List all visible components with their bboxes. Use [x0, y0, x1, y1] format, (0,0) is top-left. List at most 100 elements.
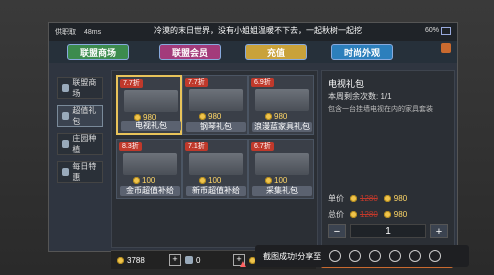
quantity-value[interactable]: 1	[350, 224, 426, 238]
item-card[interactable]: 7.7折 980 电视礼包	[116, 75, 182, 135]
sidebar: 联盟商场 超值礼包 庄园种植 每日特惠	[57, 77, 107, 189]
quantity-stepper: − 1 +	[328, 223, 448, 239]
sidebar-item-label: 联盟商场	[72, 78, 97, 98]
unit-price-old-value: 1280	[360, 193, 378, 203]
sidebar-item-farm[interactable]: 庄园种植	[57, 133, 103, 155]
item-name: 电视礼包	[121, 121, 181, 131]
decrease-button[interactable]: −	[328, 224, 346, 238]
detail-panel: 电视礼包 本周剩余次数: 1/1 包含一台挂墙电视在内的家具套装 单价 1280…	[321, 70, 455, 248]
item-grid: 7.7折 980 电视礼包 7.7折 980 钢琴礼包 6.9折 980 浪漫蓝…	[111, 70, 318, 248]
sidebar-item-shop[interactable]: 联盟商场	[57, 77, 103, 99]
item-thumbnail	[255, 89, 309, 111]
carrier: 供职取	[55, 29, 76, 36]
coin-icon	[383, 210, 391, 218]
tab-member[interactable]: 联盟会员	[159, 44, 221, 60]
ticker: 冷漠的末日世界，没有小姐姐温暖不下去，一起秋树一起挖	[154, 26, 362, 35]
item-price: 100	[265, 176, 287, 185]
wallet-tickets: 0	[185, 254, 200, 266]
total-price-row: 总价 1280 980	[328, 207, 448, 221]
item-card[interactable]: 7.1折 100 新币超值补给	[182, 139, 248, 199]
coin-icon	[117, 256, 124, 264]
sidebar-item-label: 每日特惠	[72, 162, 97, 182]
gift-icon	[62, 112, 70, 120]
tab-fashion[interactable]: 时尚外观	[331, 44, 393, 60]
game-screen: 供职取 48ms 冷漠的末日世界，没有小姐姐温暖不下去，一起秋树一起挖 60% …	[48, 22, 458, 269]
qq-icon[interactable]	[389, 250, 402, 262]
unit-price-new: 980	[383, 193, 408, 203]
coin-icon	[133, 177, 140, 184]
item-thumbnail	[124, 90, 178, 112]
coin-icon	[350, 210, 357, 218]
wallet-coins-value: 3788	[127, 255, 145, 265]
unit-price-old: 1280	[350, 194, 378, 203]
discount-badge: 6.9折	[251, 78, 274, 87]
item-name: 采集礼包	[252, 186, 312, 196]
unit-price-new-value: 980	[393, 193, 408, 203]
total-price-old: 1280	[350, 210, 378, 219]
item-thumbnail	[189, 89, 243, 111]
discount-badge: 7.7折	[185, 78, 208, 87]
item-price: 980	[265, 112, 287, 121]
item-card[interactable]: 7.7折 980 钢琴礼包	[182, 75, 248, 135]
wallet-coins: 3788	[117, 254, 145, 266]
add-coins-button[interactable]: +	[169, 254, 181, 266]
item-name: 金币超值补给	[120, 186, 180, 196]
wallet-tickets-value: 0	[196, 255, 201, 265]
coin-icon	[134, 114, 141, 121]
total-price-new: 980	[383, 209, 408, 219]
item-card[interactable]: 6.9折 980 浪漫蓝家具礼包	[248, 75, 314, 135]
increase-button[interactable]: +	[430, 224, 448, 238]
battery-text: 60%	[424, 27, 439, 34]
share-text: 截图成功!分享至	[263, 251, 322, 261]
top-nav: 联盟商场 联盟会员 充值 时尚外观	[49, 41, 457, 63]
item-name: 新币超值补给	[186, 186, 246, 196]
sidebar-item-label: 超值礼包	[72, 106, 97, 126]
battery-icon	[441, 27, 451, 35]
item-thumbnail	[255, 153, 309, 175]
farm-icon	[62, 140, 70, 148]
sidebar-item-value-packs[interactable]: 超值礼包	[57, 105, 103, 127]
status-bar: 供职取 48ms 冷漠的末日世界，没有小姐姐温暖不下去，一起秋树一起挖 60%	[49, 23, 457, 41]
item-price: 100	[133, 176, 155, 185]
share-bar: 截图成功!分享至	[255, 245, 469, 267]
item-price-value: 100	[208, 176, 222, 185]
coin-icon	[265, 177, 272, 184]
total-price-old-value: 1280	[360, 209, 378, 219]
coin-icon	[265, 113, 272, 120]
item-name: 浪漫蓝家具礼包	[252, 122, 312, 132]
item-thumbnail	[189, 153, 243, 175]
detail-title: 电视礼包	[328, 79, 365, 89]
wechat-icon[interactable]	[349, 250, 362, 262]
signal: 48ms	[83, 29, 102, 36]
item-name: 钢琴礼包	[186, 122, 246, 132]
coin-icon	[199, 113, 206, 120]
total-price-label: 总价	[328, 209, 344, 219]
sidebar-item-daily[interactable]: 每日特惠	[57, 161, 103, 183]
tab-recharge[interactable]: 充值	[245, 44, 307, 60]
item-price-value: 980	[208, 112, 222, 121]
item-thumbnail	[123, 153, 177, 175]
item-card[interactable]: 8.3折 100 金币超值补给	[116, 139, 182, 199]
discount-badge: 7.7折	[120, 79, 143, 88]
status-left: 供职取 48ms	[55, 27, 101, 37]
item-card[interactable]: 6.7折 100 采集礼包	[248, 139, 314, 199]
close-icon[interactable]	[429, 250, 442, 262]
settings-icon[interactable]	[441, 43, 451, 53]
ticket-icon	[185, 256, 193, 264]
total-price-new-value: 980	[393, 209, 408, 219]
item-price: 100	[199, 176, 221, 185]
unit-price-label: 单价	[328, 193, 344, 203]
detail-remain: 本周剩余次数: 1/1	[328, 92, 392, 101]
unit-price-row: 单价 1280 980	[328, 191, 448, 205]
item-price-value: 100	[142, 176, 156, 185]
discount-badge: 8.3折	[119, 142, 142, 151]
up-arrow-icon[interactable]: ▲	[238, 259, 248, 270]
cart-icon	[62, 84, 70, 92]
moments-icon[interactable]	[369, 250, 382, 262]
discount-badge: 6.7折	[251, 142, 274, 151]
tab-shop[interactable]: 联盟商场	[67, 44, 129, 60]
item-price-value: 980	[274, 112, 288, 121]
item-price-value: 100	[274, 176, 288, 185]
weibo-icon[interactable]	[329, 250, 342, 262]
qzone-icon[interactable]	[409, 250, 422, 262]
